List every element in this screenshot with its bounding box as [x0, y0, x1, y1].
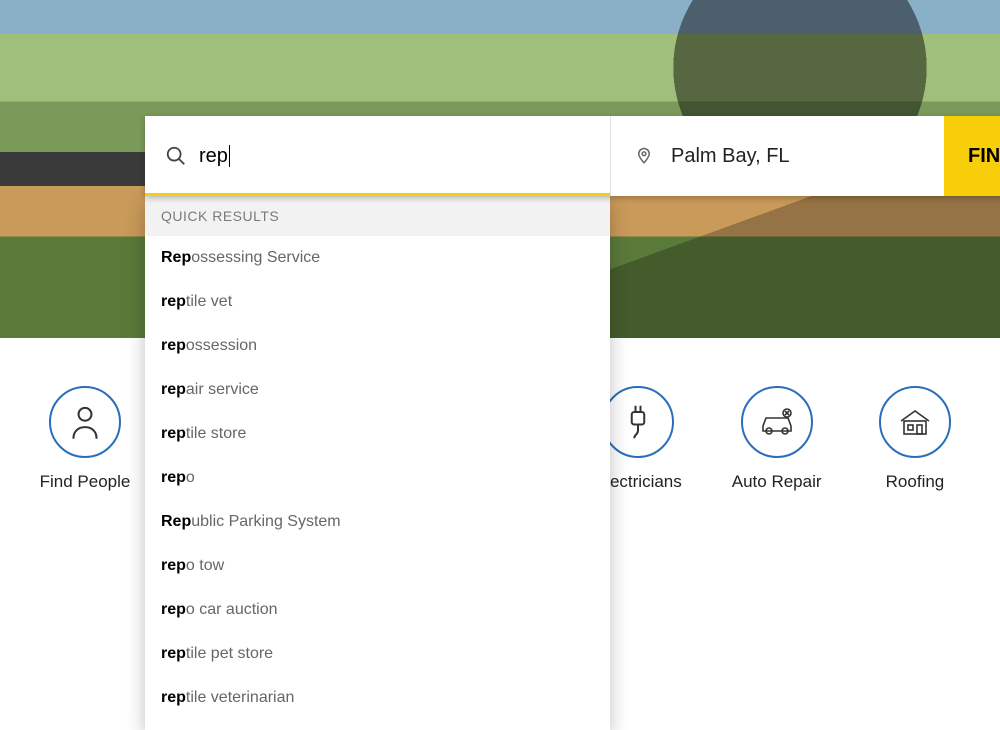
location-pin-icon: [635, 145, 653, 167]
category-label: Roofing: [886, 472, 945, 492]
search-query-text[interactable]: rep: [199, 145, 228, 168]
search-icon: [165, 145, 187, 167]
dropdown-item[interactable]: repair service: [145, 368, 610, 412]
dropdown-item-prefix: rep: [161, 425, 186, 442]
dropdown-item-prefix: rep: [161, 381, 186, 398]
dropdown-item-prefix: Rep: [161, 513, 191, 530]
dropdown-item-prefix: rep: [161, 293, 186, 310]
dropdown-item[interactable]: Repossessing Service: [145, 236, 610, 280]
car-icon: [741, 386, 813, 458]
dropdown-item[interactable]: repo: [145, 456, 610, 500]
dropdown-header: QUICK RESULTS: [145, 196, 610, 236]
dropdown-item[interactable]: repossession: [145, 324, 610, 368]
dropdown-item-rest: o: [186, 469, 195, 486]
search-bar: rep Palm Bay, FL FIND: [145, 116, 1000, 196]
dropdown-item-prefix: rep: [161, 689, 186, 706]
find-button-label: FIND: [968, 145, 1000, 168]
dropdown-list: Repossessing Servicereptile vetrepossess…: [145, 236, 610, 720]
dropdown-item-rest: ublic Parking System: [191, 513, 340, 530]
dropdown-item[interactable]: reptile pet store: [145, 632, 610, 676]
category-label: Find People: [40, 472, 131, 492]
search-query-box[interactable]: rep: [145, 116, 610, 196]
dropdown-item[interactable]: repo car auction: [145, 588, 610, 632]
category-label: Auto Repair: [732, 472, 822, 492]
dropdown-item-prefix: rep: [161, 337, 186, 354]
find-button[interactable]: FIND: [944, 116, 1000, 196]
search-active-underline: [145, 193, 610, 196]
person-icon: [49, 386, 121, 458]
category-find-people[interactable]: Find People: [20, 386, 150, 492]
dropdown-item[interactable]: reptile veterinarian: [145, 676, 610, 720]
dropdown-item-prefix: Rep: [161, 249, 191, 266]
dropdown-item-prefix: rep: [161, 557, 186, 574]
dropdown-item-rest: tile pet store: [186, 645, 273, 662]
category-roofing[interactable]: Roofing: [850, 386, 980, 492]
dropdown-item[interactable]: reptile vet: [145, 280, 610, 324]
dropdown-item-rest: o tow: [186, 557, 224, 574]
dropdown-item-rest: air service: [186, 381, 259, 398]
category-auto-repair[interactable]: Auto Repair: [712, 386, 842, 492]
location-text[interactable]: Palm Bay, FL: [671, 145, 790, 168]
dropdown-item-rest: tile veterinarian: [186, 689, 295, 706]
dropdown-item-rest: tile store: [186, 425, 246, 442]
dropdown-item[interactable]: repo tow: [145, 544, 610, 588]
autocomplete-dropdown: QUICK RESULTS Repossessing Servicereptil…: [145, 196, 610, 730]
house-icon: [879, 386, 951, 458]
location-box[interactable]: Palm Bay, FL: [610, 116, 944, 196]
dropdown-item[interactable]: Republic Parking System: [145, 500, 610, 544]
plug-icon: [602, 386, 674, 458]
dropdown-item-prefix: rep: [161, 469, 186, 486]
dropdown-item-rest: tile vet: [186, 293, 232, 310]
dropdown-item-prefix: rep: [161, 645, 186, 662]
dropdown-item-prefix: rep: [161, 601, 186, 618]
dropdown-item-rest: ossessing Service: [191, 249, 320, 266]
dropdown-item[interactable]: reptile store: [145, 412, 610, 456]
text-caret: [229, 145, 230, 167]
dropdown-item-rest: o car auction: [186, 601, 278, 618]
dropdown-item-rest: ossession: [186, 337, 257, 354]
